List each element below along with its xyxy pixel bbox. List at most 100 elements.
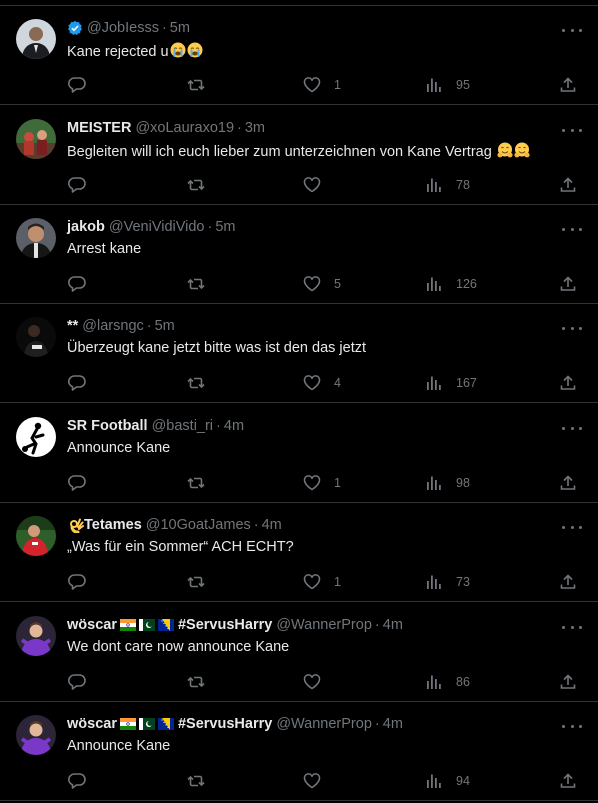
views-button[interactable]: 98 [424, 473, 470, 493]
like-button[interactable]: 4 [302, 373, 341, 393]
reply-icon [67, 77, 86, 93]
share-button[interactable] [558, 572, 578, 592]
reply-icon [67, 674, 86, 690]
more-icon[interactable] [562, 621, 582, 633]
share-button[interactable] [558, 473, 578, 493]
more-icon[interactable] [562, 24, 582, 36]
like-button[interactable]: 1 [302, 473, 341, 493]
avatar[interactable] [16, 218, 56, 258]
like-button[interactable]: 1 [302, 572, 341, 592]
timestamp[interactable]: 3m [245, 120, 265, 136]
display-name[interactable]: jakob [67, 219, 105, 235]
user-avatar-image [16, 218, 56, 258]
more-icon[interactable] [562, 521, 582, 533]
reply-button[interactable] [67, 274, 99, 294]
views-button[interactable]: 95 [424, 75, 470, 95]
display-name[interactable]: SR Football [67, 418, 148, 434]
views-button[interactable]: 126 [424, 274, 477, 294]
retweet-button[interactable] [186, 771, 218, 791]
reply-button[interactable] [67, 473, 99, 493]
timestamp[interactable]: 5m [215, 219, 235, 235]
share-button[interactable] [558, 274, 578, 294]
share-button[interactable] [558, 373, 578, 393]
like-button[interactable] [302, 672, 334, 692]
user-handle[interactable]: @WannerProp [276, 716, 372, 732]
views-count: 95 [456, 78, 470, 92]
display-name-hashtag[interactable]: #ServusHarry [178, 617, 272, 633]
tweet-reply[interactable]: wöscar #ServusHarry @WannerProp · 4m Announce… [0, 702, 598, 801]
share-button[interactable] [558, 771, 578, 791]
reply-icon [67, 475, 86, 491]
avatar[interactable] [16, 119, 56, 159]
like-button[interactable] [302, 175, 334, 195]
timestamp[interactable]: 4m [383, 617, 403, 633]
pakistan-flag [138, 718, 155, 730]
tweet-text-container: Announce Kane [67, 738, 170, 754]
avatar[interactable] [16, 516, 56, 556]
display-name[interactable]: wöscar [67, 716, 117, 732]
share-button[interactable] [558, 672, 578, 692]
retweet-button[interactable] [186, 672, 218, 692]
reply-button[interactable] [67, 373, 99, 393]
retweet-button[interactable] [186, 274, 218, 294]
user-handle[interactable]: @WannerProp [276, 617, 372, 633]
share-button[interactable] [558, 175, 578, 195]
retweet-button[interactable] [186, 373, 218, 393]
retweet-button[interactable] [186, 473, 218, 493]
more-dot [562, 326, 565, 330]
like-button[interactable]: 5 [302, 274, 341, 294]
more-icon[interactable] [562, 124, 582, 136]
heart-icon [303, 574, 321, 590]
reply-button[interactable] [67, 771, 99, 791]
retweet-button[interactable] [186, 175, 218, 195]
avatar[interactable] [16, 715, 56, 755]
views-button[interactable]: 78 [424, 175, 470, 195]
more-icon[interactable] [562, 223, 582, 235]
display-name-hashtag[interactable]: #ServusHarry [178, 716, 272, 732]
avatar[interactable] [16, 417, 56, 457]
display-name[interactable]: Tetames [84, 517, 142, 533]
share-button[interactable] [558, 75, 578, 95]
more-dot [570, 128, 574, 132]
reply-button[interactable] [67, 672, 99, 692]
tweet-reply[interactable]: wöscar #ServusHarry @WannerProp · 4m We dont … [0, 603, 598, 702]
views-button[interactable]: 167 [424, 373, 477, 393]
display-name[interactable]: ** [67, 318, 78, 334]
tweet-reply[interactable]: MEISTER @xoLauraxo19 · 3m Begleiten will ich… [0, 106, 598, 205]
retweet-button[interactable] [186, 572, 218, 592]
views-button[interactable]: 94 [424, 771, 470, 791]
timestamp[interactable]: 4m [383, 716, 403, 732]
like-button[interactable] [302, 771, 334, 791]
retweet-button[interactable] [186, 75, 218, 95]
timestamp[interactable]: 4m [224, 418, 244, 434]
avatar[interactable] [16, 19, 56, 59]
user-handle[interactable]: @JobIesss [87, 20, 159, 36]
tweet-reply[interactable]: SR Football @basti_ri · 4m Announce Kane 1 98 [0, 404, 598, 503]
timestamp[interactable]: 5m [170, 20, 190, 36]
timestamp[interactable]: 4m [262, 517, 282, 533]
tweet-reply[interactable]: Tetames @10GoatJames · 4m „Was für ein Somme… [0, 503, 598, 602]
display-name[interactable]: wöscar [67, 617, 117, 633]
tweet-reply[interactable]: @JobIesss · 5m Kane rejected u 1 95 [0, 6, 598, 105]
more-icon[interactable] [562, 322, 582, 334]
timestamp[interactable]: 5m [155, 318, 175, 334]
reply-button[interactable] [67, 572, 99, 592]
user-handle[interactable]: @xoLauraxo19 [135, 120, 234, 136]
user-handle[interactable]: @basti_ri [152, 418, 213, 434]
user-handle[interactable]: @larsngc [82, 318, 143, 334]
reply-icon [67, 177, 86, 193]
views-button[interactable]: 73 [424, 572, 470, 592]
views-button[interactable]: 86 [424, 672, 470, 692]
tweet-reply[interactable]: ** @larsngc · 5m Überzeugt kane jetzt bitte … [0, 304, 598, 403]
more-icon[interactable] [562, 720, 582, 732]
reply-button[interactable] [67, 75, 99, 95]
more-icon[interactable] [562, 422, 582, 434]
user-handle[interactable]: @VeniVidiVido [109, 219, 205, 235]
avatar[interactable] [16, 317, 56, 357]
like-button[interactable]: 1 [302, 75, 341, 95]
avatar[interactable] [16, 616, 56, 656]
user-handle[interactable]: @10GoatJames [146, 517, 251, 533]
reply-button[interactable] [67, 175, 99, 195]
display-name[interactable]: MEISTER [67, 120, 131, 136]
tweet-reply[interactable]: jakob @VeniVidiVido · 5m Arrest kane 5 126 [0, 205, 598, 304]
